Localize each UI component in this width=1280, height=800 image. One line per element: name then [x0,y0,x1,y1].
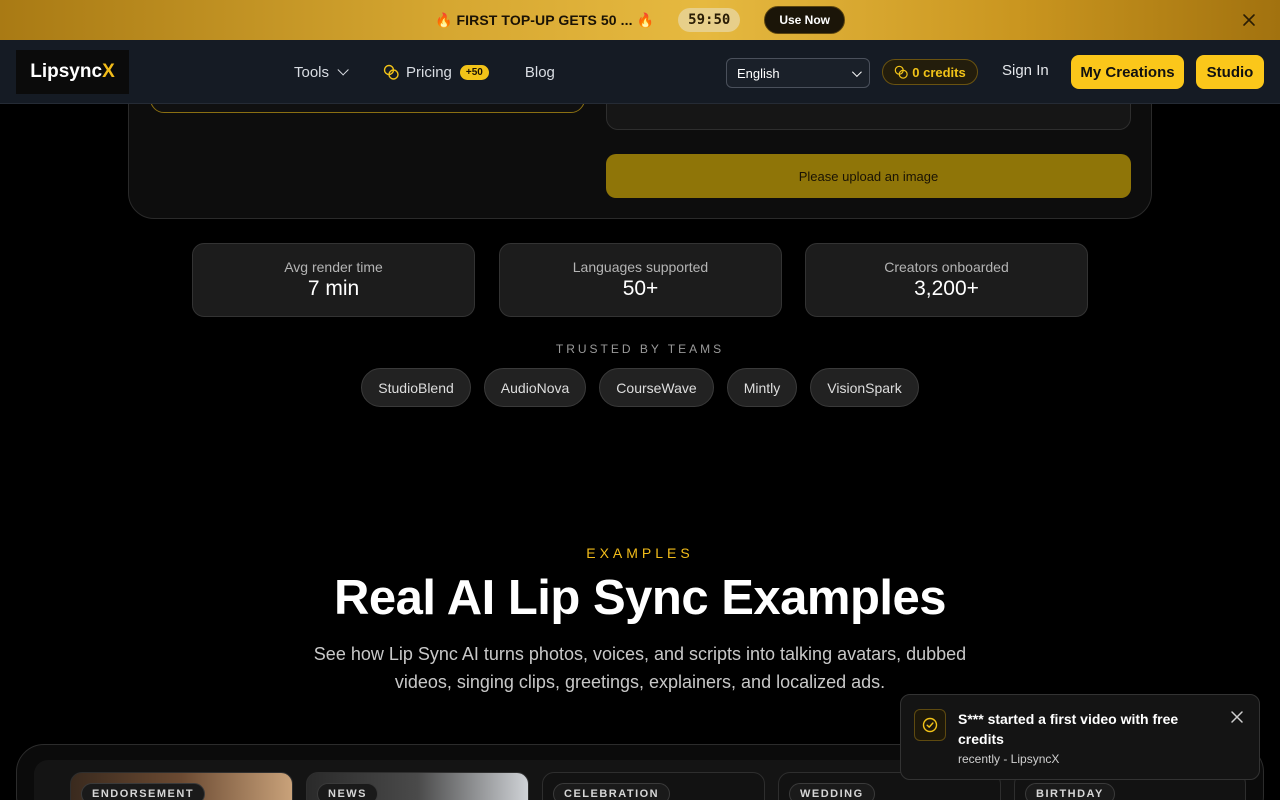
language-value: English [737,65,780,81]
coins-icon [383,64,399,80]
stat-label: Avg render time [284,259,383,275]
language-select[interactable]: English [726,58,870,88]
top-nav: Lipsync X Tools Pricing +50 Blog English … [0,40,1280,104]
chevron-down-icon [851,66,862,77]
promo-banner: 🔥 FIRST TOP-UP GETS 50 ... 🔥 59:50 Use N… [0,0,1280,40]
use-now-button[interactable]: Use Now [764,6,846,34]
trusted-heading: TRUSTED BY TEAMS [555,342,725,356]
generate-button[interactable]: Please upload an image [606,154,1131,198]
team-chip: AudioNova [483,368,587,407]
stat-value: 50+ [622,277,659,300]
toast-meta: recently - LipsyncX [958,752,1060,766]
check-circle-icon [914,709,946,741]
logo-text: Lipsync [30,61,103,82]
nav-tools[interactable]: Tools [294,63,349,81]
card-category: NEWS [317,783,378,800]
example-card[interactable]: ENDORSEMENT [70,772,293,800]
card-category: ENDORSEMENT [81,783,206,800]
sign-in-link[interactable]: Sign In [1002,62,1049,79]
my-creations-button[interactable]: My Creations [1071,55,1184,89]
card-category: BIRTHDAY [1025,783,1115,800]
nav-links: Tools Pricing +50 Blog [294,40,555,104]
team-chip: StudioBlend [361,368,471,407]
promo-text: 🔥 FIRST TOP-UP GETS 50 ... 🔥 [434,11,655,28]
pricing-badge: +50 [459,64,489,80]
credits-badge[interactable]: 0 credits [882,59,978,85]
nav-blog[interactable]: Blog [525,64,555,81]
example-card[interactable]: NEWS [306,772,529,800]
logo[interactable]: Lipsync X [16,50,129,94]
nav-pricing-label: Pricing [406,63,452,81]
stat-card: Avg render time 7 min [192,243,475,317]
stat-card: Languages supported 50+ [499,243,782,317]
team-chip: CourseWave [599,368,714,407]
card-category: CELEBRATION [553,783,671,800]
nav-pricing[interactable]: Pricing +50 [383,64,489,81]
chevron-down-icon [337,64,349,76]
nav-tools-label: Tools [294,63,330,81]
stat-value: 7 min [307,277,360,300]
promo-countdown: 59:50 [678,8,741,32]
close-icon[interactable] [1228,708,1246,726]
coins-icon [894,65,908,79]
stat-label: Creators onboarded [884,259,1009,275]
team-chip: Mintly [726,368,798,407]
activity-toast: S*** started a first video with free cre… [900,694,1260,780]
stat-card: Creators onboarded 3,200+ [805,243,1088,317]
examples-subtitle: See how Lip Sync AI turns photos, voices… [313,644,967,692]
example-card[interactable]: CELEBRATION [542,772,765,800]
examples-eyebrow: EXAMPLES [586,545,694,561]
trusted-teams: StudioBlend AudioNova CourseWave Mintly … [0,368,1280,407]
toast-title: S*** started a first video with free cre… [958,711,1179,747]
logo-accent: X [102,61,115,82]
credits-label: 0 credits [912,64,966,80]
stat-value: 3,200+ [914,277,979,300]
stat-label: Languages supported [572,259,709,275]
close-icon[interactable] [1240,11,1258,29]
studio-button[interactable]: Studio [1196,55,1264,89]
examples-title: Real AI Lip Sync Examples [333,571,947,625]
card-category: WEDDING [789,783,875,800]
team-chip: VisionSpark [810,368,919,407]
